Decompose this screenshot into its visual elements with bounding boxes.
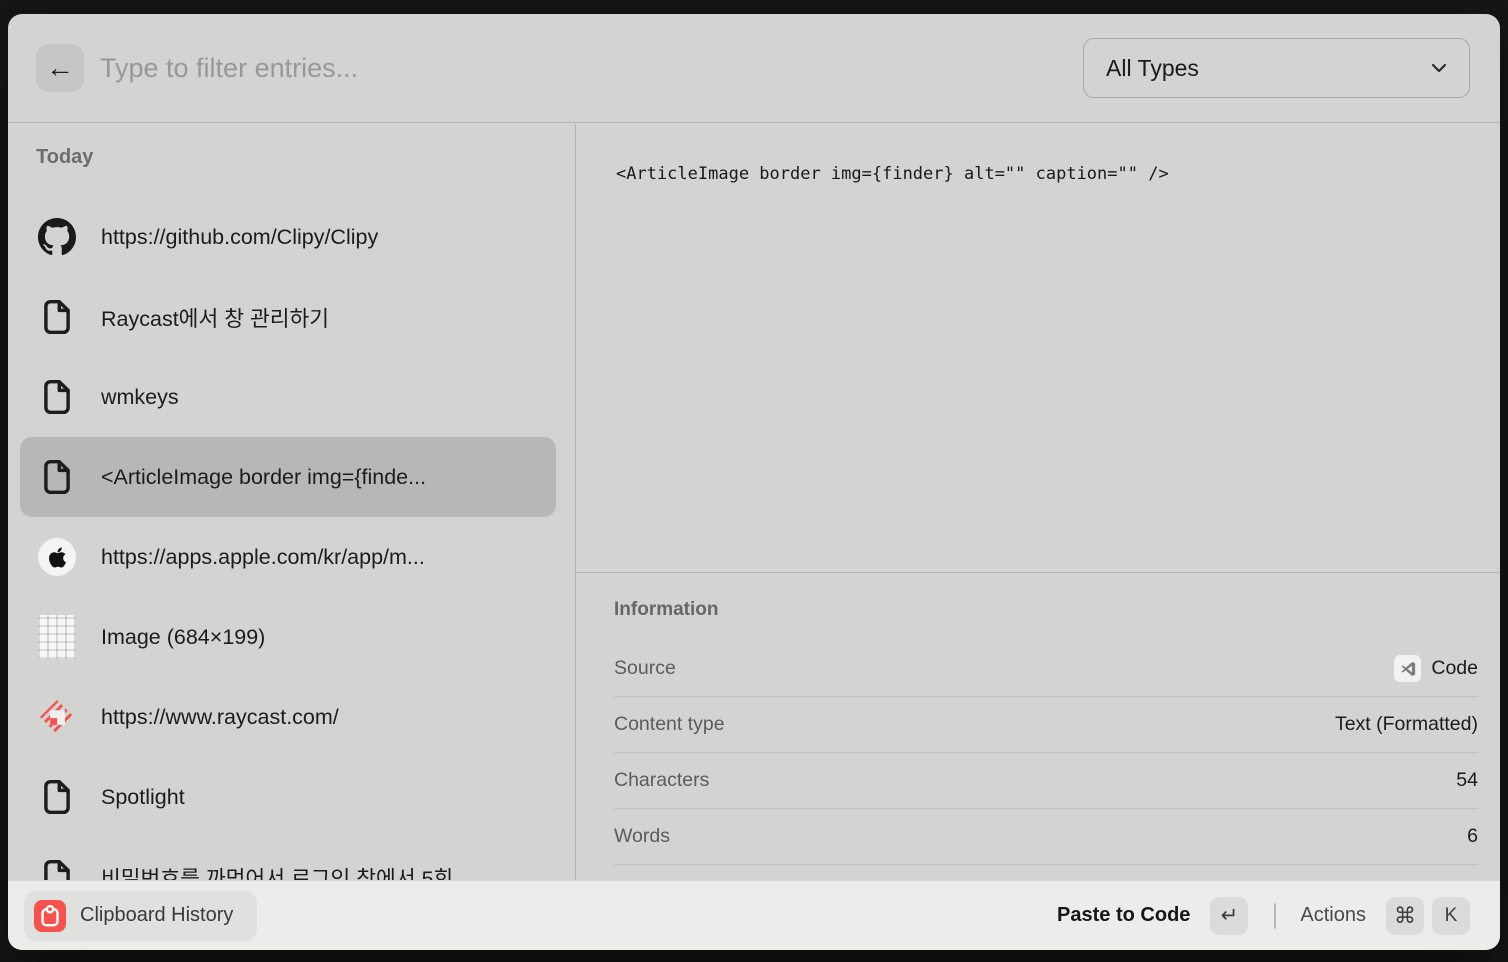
github-icon [38, 215, 76, 259]
info-label: Characters [614, 769, 709, 792]
back-button[interactable]: ← [36, 44, 84, 92]
information-section: Information Source Code Content type Tex… [576, 573, 1500, 880]
footer-divider [1274, 903, 1276, 929]
back-arrow-icon: ← [46, 52, 74, 84]
list-item-label: wmkeys [101, 385, 179, 410]
info-row-words: Words 6 [614, 809, 1478, 865]
document-icon [38, 295, 76, 339]
list-item-label: <ArticleImage border img={finde... [101, 465, 426, 490]
app-name: Clipboard History [80, 904, 233, 927]
raycast-icon [38, 695, 76, 739]
document-icon [38, 775, 76, 819]
list-item[interactable]: Image (684×199) [20, 597, 556, 677]
detail-panel: <ArticleImage border img={finder} alt=""… [576, 124, 1500, 880]
list-item-label: Spotlight [101, 785, 185, 810]
info-label: Source [614, 657, 676, 680]
list-item-label: https://www.raycast.com/ [101, 705, 339, 730]
info-row-content-type: Content type Text (Formatted) [614, 697, 1478, 753]
section-header-today: Today [36, 146, 93, 169]
app-pill[interactable]: Clipboard History [24, 891, 257, 941]
info-label: Content type [614, 713, 725, 736]
type-filter-label: All Types [1106, 55, 1199, 82]
apple-icon [38, 535, 76, 579]
header: ← All Types [8, 14, 1500, 123]
actions-button[interactable]: Actions [1300, 904, 1366, 927]
entry-list: Today https://github.com/Clipy/Clipy Ray… [8, 124, 575, 880]
vscode-icon [1394, 655, 1421, 682]
info-value: Text (Formatted) [1335, 713, 1478, 736]
chevron-down-icon [1431, 63, 1447, 73]
footer-actions: Paste to Code ↵ Actions ⌘ K [1057, 897, 1470, 935]
return-key-icon: ↵ [1210, 897, 1248, 935]
command-key-icon: ⌘ [1386, 897, 1424, 935]
clipboard-history-window: ← All Types Today https://github.com/Cli… [8, 14, 1500, 950]
image-thumbnail [38, 615, 76, 659]
list-item[interactable]: Raycast에서 창 관리하기 [20, 277, 556, 357]
document-icon [38, 375, 76, 419]
info-row-characters: Characters 54 [614, 753, 1478, 809]
list-item-label: 비밀번호를 까먹어서 로그인 창에서 5회... [101, 862, 471, 881]
clipboard-content-preview: <ArticleImage border img={finder} alt=""… [616, 164, 1476, 184]
document-icon [38, 855, 76, 880]
list-item-label: Image (684×199) [101, 625, 265, 650]
document-icon [38, 455, 76, 499]
footer-bar: Clipboard History Paste to Code ↵ Action… [8, 880, 1500, 950]
list-item-label: Raycast에서 창 관리하기 [101, 302, 329, 333]
body: Today https://github.com/Clipy/Clipy Ray… [8, 124, 1500, 880]
k-key-icon: K [1432, 897, 1470, 935]
info-value: 6 [1467, 825, 1478, 848]
info-value: Code [1431, 657, 1478, 680]
information-title: Information [614, 599, 1478, 621]
list-item[interactable]: https://www.raycast.com/ [20, 677, 556, 757]
list-item[interactable]: 비밀번호를 까먹어서 로그인 창에서 5회... [20, 837, 556, 880]
clipboard-app-icon [34, 900, 66, 932]
paste-to-code-button[interactable]: Paste to Code [1057, 904, 1190, 927]
list-item[interactable]: Spotlight [20, 757, 556, 837]
search-input[interactable] [100, 14, 1000, 123]
info-row-source: Source Code [614, 641, 1478, 697]
list-item[interactable]: wmkeys [20, 357, 556, 437]
info-label: Words [614, 825, 670, 848]
list-item[interactable]: https://apps.apple.com/kr/app/m... [20, 517, 556, 597]
info-row-copied: Copied Today at 01:00:04 [614, 865, 1478, 880]
type-filter-dropdown[interactable]: All Types [1083, 38, 1470, 98]
list-item-selected[interactable]: <ArticleImage border img={finde... [20, 437, 556, 517]
list-item-label: https://apps.apple.com/kr/app/m... [101, 545, 425, 570]
list-item[interactable]: https://github.com/Clipy/Clipy [20, 197, 556, 277]
info-value: 54 [1456, 769, 1478, 792]
list-item-label: https://github.com/Clipy/Clipy [101, 225, 378, 250]
